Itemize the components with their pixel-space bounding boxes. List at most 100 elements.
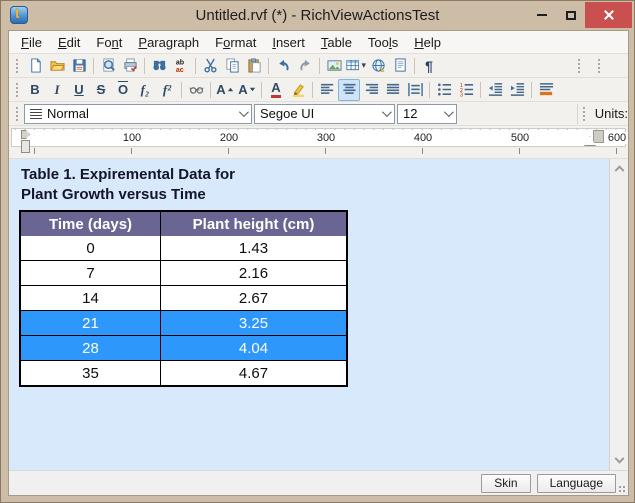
- maximize-icon: [566, 11, 576, 20]
- subscript-icon[interactable]: f₂: [134, 79, 156, 101]
- superscript-icon[interactable]: f²: [156, 79, 178, 101]
- paste-icon[interactable]: [243, 55, 265, 77]
- menu-bar: FileEditFontParagraphFormatInsertTableTo…: [9, 31, 628, 54]
- shrink-font-icon[interactable]: A: [236, 79, 258, 101]
- align-left-icon[interactable]: [316, 79, 338, 101]
- menu-help[interactable]: Help: [406, 33, 449, 52]
- table-cell-time[interactable]: 28: [21, 336, 161, 360]
- horizontal-ruler[interactable]: 100200300400500600: [9, 126, 628, 159]
- font-size-combo[interactable]: 12: [397, 104, 457, 124]
- redo-icon[interactable]: [294, 55, 316, 77]
- print-preview-icon[interactable]: [97, 55, 119, 77]
- hyperlink-icon[interactable]: [367, 55, 389, 77]
- font-color-icon[interactable]: A: [265, 79, 287, 101]
- new-document-icon[interactable]: [24, 55, 46, 77]
- close-icon: [603, 9, 615, 21]
- menu-tools[interactable]: Tools: [360, 33, 406, 52]
- italic-icon[interactable]: I: [46, 79, 68, 101]
- style-combo[interactable]: Normal: [24, 104, 252, 124]
- toolbar-grip[interactable]: [582, 106, 586, 122]
- overline-icon[interactable]: O: [112, 79, 134, 101]
- language-button[interactable]: Language: [537, 474, 616, 493]
- grow-font-icon[interactable]: A: [214, 79, 236, 101]
- formatting-marks-icon[interactable]: ¶: [418, 55, 440, 77]
- left-indent-marker[interactable]: [21, 140, 30, 153]
- chevron-down-icon: [444, 107, 454, 117]
- chevron-up-icon: [614, 165, 624, 175]
- table-cell-time[interactable]: 14: [21, 286, 161, 310]
- maximize-button[interactable]: [557, 2, 585, 28]
- undo-icon[interactable]: [272, 55, 294, 77]
- toolbar-grip[interactable]: [15, 82, 19, 98]
- table-cell-time[interactable]: 35: [21, 361, 161, 385]
- table-cell-height[interactable]: 3.25: [161, 311, 346, 335]
- document-area[interactable]: Table 1. Expiremental Data for Plant Gro…: [9, 159, 610, 470]
- table-cell-height[interactable]: 1.43: [161, 236, 346, 260]
- copy-icon[interactable]: [221, 55, 243, 77]
- menu-edit[interactable]: Edit: [50, 33, 88, 52]
- insert-document-icon[interactable]: [389, 55, 411, 77]
- highlight-icon[interactable]: [287, 79, 309, 101]
- menu-table[interactable]: Table: [313, 33, 360, 52]
- hidden-text-icon[interactable]: [185, 79, 207, 101]
- toolbar-grip[interactable]: [15, 58, 19, 74]
- ruler-number: 600: [606, 132, 628, 144]
- font-combo[interactable]: Segoe UI: [254, 104, 395, 124]
- resize-grip[interactable]: [618, 485, 627, 494]
- table-cell-height[interactable]: 4.04: [161, 336, 346, 360]
- paragraph-shading-icon[interactable]: [535, 79, 557, 101]
- cut-icon[interactable]: [199, 55, 221, 77]
- table-header-time[interactable]: Time (days): [21, 212, 161, 236]
- table-cell-time[interactable]: 21: [21, 311, 161, 335]
- ruler-number: 200: [218, 132, 240, 144]
- toolbar-grips[interactable]: [575, 58, 606, 74]
- table-cell-time[interactable]: 7: [21, 261, 161, 285]
- bold-icon[interactable]: B: [24, 79, 46, 101]
- table-cell-time[interactable]: 0: [21, 236, 161, 260]
- table-header-height[interactable]: Plant height (cm): [161, 212, 346, 236]
- table-row: 354.67: [21, 360, 346, 385]
- close-button[interactable]: [585, 2, 632, 28]
- align-right-icon[interactable]: [360, 79, 382, 101]
- chevron-down-icon: [382, 107, 392, 117]
- replace-icon[interactable]: abac: [170, 55, 192, 77]
- scroll-down-button[interactable]: [610, 453, 628, 470]
- ruler-subscale: [11, 148, 626, 157]
- app-logo-icon: [10, 6, 28, 24]
- scroll-up-button[interactable]: [610, 159, 628, 176]
- open-icon[interactable]: [46, 55, 68, 77]
- toolbar-separator: [414, 58, 415, 74]
- outdent-icon[interactable]: [484, 79, 506, 101]
- table-header-row: Time (days) Plant height (cm): [21, 212, 346, 236]
- menu-format[interactable]: Format: [207, 33, 264, 52]
- justify-icon[interactable]: [382, 79, 404, 101]
- data-table[interactable]: Time (days) Plant height (cm) 01.4372.16…: [19, 210, 348, 387]
- table-caption[interactable]: Table 1. Expiremental Data for Plant Gro…: [21, 165, 235, 205]
- insert-picture-icon[interactable]: [323, 55, 345, 77]
- find-icon[interactable]: [148, 55, 170, 77]
- toolbar-grip[interactable]: [15, 106, 19, 122]
- insert-table-icon[interactable]: ▾: [345, 55, 367, 77]
- align-width-icon[interactable]: [404, 79, 426, 101]
- bullets-icon[interactable]: [433, 79, 455, 101]
- menu-font[interactable]: Font: [88, 33, 130, 52]
- right-margin-marker[interactable]: [593, 130, 604, 143]
- numbering-icon[interactable]: 123: [455, 79, 477, 101]
- table-cell-height[interactable]: 4.67: [161, 361, 346, 385]
- toolbar-separator: [181, 82, 182, 98]
- minimize-button[interactable]: [528, 2, 556, 28]
- save-icon[interactable]: [68, 55, 90, 77]
- menu-file[interactable]: File: [13, 33, 50, 52]
- vertical-scrollbar[interactable]: [610, 159, 628, 470]
- table-cell-height[interactable]: 2.16: [161, 261, 346, 285]
- menu-insert[interactable]: Insert: [264, 33, 313, 52]
- menu-paragraph[interactable]: Paragraph: [130, 33, 207, 52]
- svg-text:3: 3: [459, 93, 462, 97]
- table-cell-height[interactable]: 2.67: [161, 286, 346, 310]
- print-icon[interactable]: [119, 55, 141, 77]
- align-center-icon[interactable]: [338, 79, 360, 101]
- skin-button[interactable]: Skin: [481, 474, 530, 493]
- indent-icon[interactable]: [506, 79, 528, 101]
- underline-icon[interactable]: U: [68, 79, 90, 101]
- strikethrough-icon[interactable]: S: [90, 79, 112, 101]
